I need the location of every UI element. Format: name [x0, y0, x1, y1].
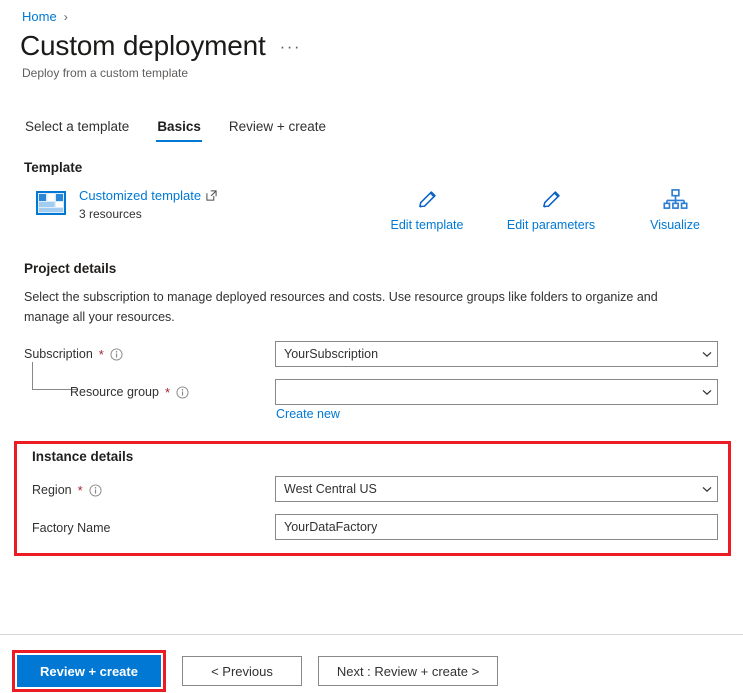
region-label: Region * — [32, 483, 102, 497]
review-create-highlight-box: Review + create — [12, 650, 166, 692]
page-title: Custom deployment — [20, 30, 266, 61]
template-grid-icon — [34, 186, 68, 220]
tab-select-a-template[interactable]: Select a template — [24, 116, 130, 142]
subscription-required-marker: * — [98, 346, 104, 362]
visualize-button[interactable]: Visualize — [613, 186, 737, 232]
customized-template-link[interactable]: Customized template — [79, 187, 217, 205]
customized-template-label: Customized template — [79, 188, 202, 203]
page-title-row: Custom deployment ··· — [20, 30, 301, 62]
resource-group-label-row: Resource group * — [70, 379, 189, 405]
edit-template-button[interactable]: Edit template — [365, 186, 489, 232]
resource-group-label-text: Resource group — [70, 385, 159, 399]
next-review-create-button[interactable]: Next : Review + create > — [318, 656, 498, 686]
subscription-value: YourSubscription — [284, 347, 379, 361]
pencil-icon — [540, 186, 563, 212]
template-section-heading: Template — [24, 160, 83, 175]
region-value: West Central US — [284, 482, 377, 496]
footer-divider — [0, 634, 743, 635]
factory-name-value: YourDataFactory — [284, 520, 378, 534]
factory-name-label-text: Factory Name — [32, 521, 111, 535]
template-summary: Customized template 3 resources — [34, 186, 217, 223]
edit-template-label: Edit template — [390, 218, 464, 232]
chevron-down-icon — [702, 351, 712, 358]
factory-name-label: Factory Name — [32, 521, 111, 535]
resource-group-select[interactable] — [275, 379, 718, 405]
project-details-heading: Project details — [24, 261, 117, 276]
info-icon[interactable] — [110, 347, 123, 361]
template-resource-count: 3 resources — [79, 206, 142, 221]
resource-group-label: Resource group * — [70, 385, 189, 399]
info-icon[interactable] — [89, 483, 102, 497]
resource-group-required-marker: * — [164, 384, 171, 400]
pencil-icon — [416, 186, 439, 212]
visualize-label: Visualize — [650, 218, 700, 232]
external-link-icon — [206, 190, 217, 201]
footer-button-bar: Review + create < Previous Next : Review… — [12, 650, 498, 692]
previous-button[interactable]: < Previous — [182, 656, 302, 686]
tab-basics[interactable]: Basics — [156, 116, 202, 142]
region-label-row: Region * — [32, 477, 102, 503]
review-create-button[interactable]: Review + create — [17, 655, 161, 687]
more-options-icon[interactable]: ··· — [280, 37, 301, 62]
breadcrumb-separator-icon: › — [63, 9, 68, 24]
chevron-down-icon — [702, 486, 712, 493]
tab-bar: Select a template Basics Review + create — [24, 116, 327, 142]
project-details-description: Select the subscription to manage deploy… — [24, 290, 658, 324]
edit-parameters-button[interactable]: Edit parameters — [489, 186, 613, 232]
chevron-down-icon — [702, 389, 712, 396]
breadcrumb-home[interactable]: Home — [22, 9, 57, 24]
info-icon[interactable] — [176, 385, 189, 399]
factory-name-label-row: Factory Name — [32, 515, 111, 541]
region-required-marker: * — [77, 482, 83, 498]
template-info: Customized template 3 resources — [79, 186, 217, 223]
edit-parameters-label: Edit parameters — [506, 218, 596, 232]
subscription-label: Subscription * — [24, 347, 123, 361]
factory-name-input[interactable]: YourDataFactory — [275, 514, 718, 540]
page-subtitle: Deploy from a custom template — [22, 66, 189, 80]
tab-review-create[interactable]: Review + create — [228, 116, 327, 142]
template-actions: Edit template Edit parameters Visualize — [365, 186, 737, 232]
region-label-text: Region — [32, 483, 72, 497]
instance-details-heading: Instance details — [32, 449, 134, 464]
region-select[interactable]: West Central US — [275, 476, 718, 502]
create-new-resource-group-link[interactable]: Create new — [276, 407, 340, 421]
hierarchy-icon — [662, 186, 688, 212]
subscription-label-text: Subscription — [24, 347, 93, 361]
subscription-select[interactable]: YourSubscription — [275, 341, 718, 367]
breadcrumb: Home › — [22, 9, 68, 24]
